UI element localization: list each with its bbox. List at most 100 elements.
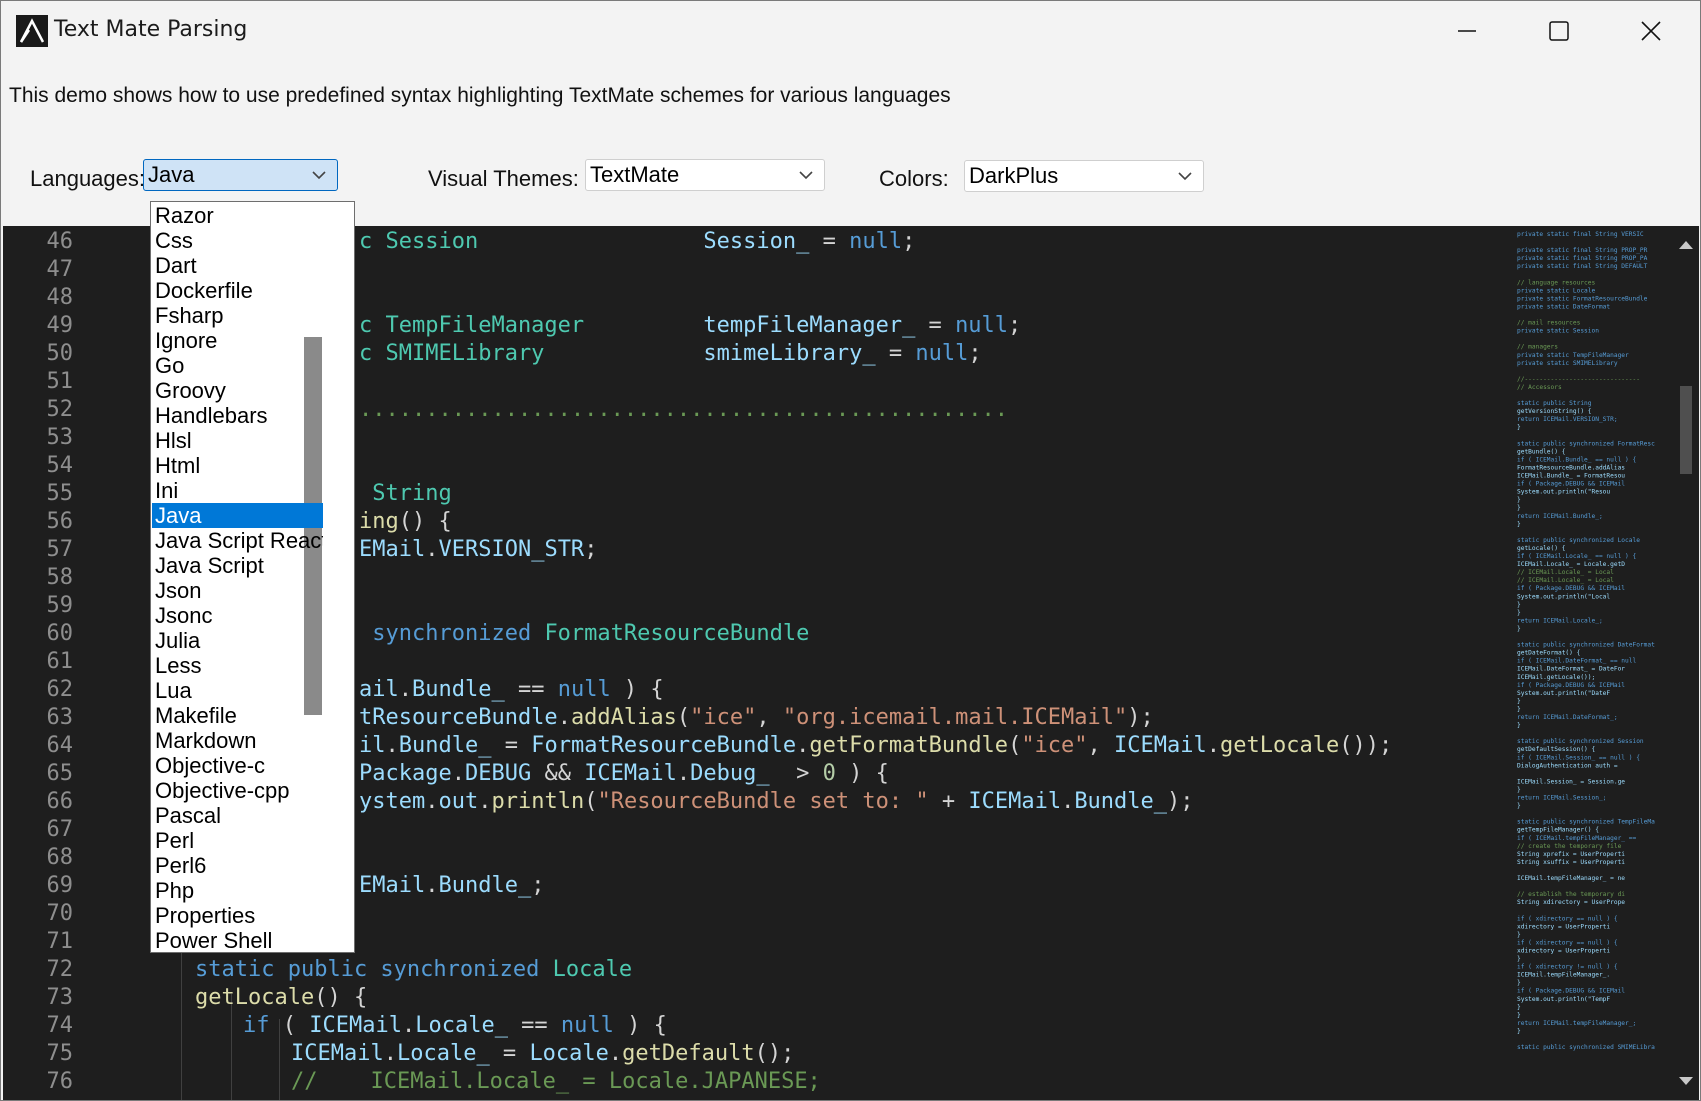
language-option[interactable]: Ignore: [152, 328, 323, 353]
code-token: .: [478, 789, 492, 814]
code-line: Package.DEBUG && ICEMail.Debug_ > 0 ) {: [359, 761, 889, 786]
language-option[interactable]: Css: [152, 228, 323, 253]
line-number: 58: [46, 565, 74, 590]
code-token: ICEMail: [291, 1041, 384, 1066]
scrollbar-thumb[interactable]: [1680, 386, 1692, 474]
visual-themes-label: Visual Themes:: [428, 166, 579, 191]
title-bar[interactable]: Text Mate Parsing: [1, 1, 1700, 61]
minimap-line: ICEMail.Locale_ = Locale.getD: [1517, 561, 1625, 568]
code-token: out: [438, 789, 479, 814]
code-token: =: [809, 229, 850, 254]
code-token: ;: [584, 537, 598, 562]
minimap-line: private static final String PROP_PA: [1517, 255, 1648, 262]
language-option[interactable]: Makefile: [152, 703, 323, 728]
line-number: 50: [46, 341, 74, 366]
minimap-line: }: [1517, 931, 1521, 938]
language-option[interactable]: Lua: [152, 678, 323, 703]
minimize-button[interactable]: [1421, 1, 1513, 61]
code-token: FormatResourceBundle: [544, 621, 810, 646]
code-token: &&: [531, 761, 585, 786]
languages-combobox[interactable]: Java: [143, 159, 338, 191]
scroll-down-arrow-icon[interactable]: [1679, 1076, 1693, 1086]
minimap-line: getTempFileManager() {: [1517, 827, 1599, 834]
minimap-line: getVersionString() {: [1517, 408, 1592, 415]
code-token: (: [584, 789, 598, 814]
line-number: 70: [46, 901, 74, 926]
dropdown-scrollbar-track[interactable]: [325, 202, 354, 952]
language-option[interactable]: Html: [152, 453, 323, 478]
minimap-line: private static FormatResourceBundle: [1517, 295, 1648, 302]
chevron-down-icon: [799, 171, 813, 180]
visual-themes-combobox[interactable]: TextMate: [585, 159, 825, 191]
language-option[interactable]: Java Script: [152, 553, 323, 578]
minimize-icon: [1458, 30, 1476, 32]
language-option[interactable]: Markdown: [152, 728, 323, 753]
minimap-line: String xprefix = UserProperti: [1517, 851, 1625, 858]
language-option[interactable]: Objective-c: [152, 753, 323, 778]
language-option[interactable]: Hlsl: [152, 428, 323, 453]
minimap-line: static public synchronized SMIMELibra: [1517, 1044, 1655, 1051]
minimap-line: return ICEMail.DateFormat_;: [1517, 714, 1618, 721]
maximize-button[interactable]: [1513, 1, 1605, 61]
minimap-line: static public synchronized TempFileMa: [1517, 819, 1655, 826]
language-option[interactable]: Php: [152, 878, 323, 903]
language-option[interactable]: Objective-cpp: [152, 778, 323, 803]
code-line: tResourceBundle.addAlias("ice", "org.ice…: [359, 705, 1154, 730]
minimap-line: }: [1517, 722, 1521, 729]
minimap-line: ICEMail.tempFileManager_ = ne: [1517, 875, 1625, 882]
code-token: DEBUG: [464, 761, 532, 786]
language-option[interactable]: Go: [152, 353, 323, 378]
language-option[interactable]: Perl6: [152, 853, 323, 878]
minimap-line: private static Locale: [1517, 287, 1596, 294]
languages-dropdown-list[interactable]: Razor Css Dart Dockerfile Fsharp Ignore Go Groo…: [150, 201, 355, 953]
close-button[interactable]: [1605, 1, 1697, 61]
language-option[interactable]: Power Shell: [152, 928, 323, 952]
code-token: ail: [359, 677, 399, 702]
minimap-line: }: [1517, 1012, 1521, 1019]
code-token: "org.icemail.mail.ICEMail": [782, 705, 1128, 730]
minimap-line: }: [1517, 601, 1521, 608]
code-token: ) {: [613, 1013, 667, 1038]
minimap-line: if ( Package.DEBUG && ICEMail: [1517, 682, 1625, 689]
language-option[interactable]: Fsharp: [152, 303, 323, 328]
editor-vertical-scrollbar[interactable]: [1673, 226, 1699, 1100]
code-token: =: [489, 1041, 530, 1066]
code-line: synchronized FormatResourceBundle: [359, 621, 809, 646]
language-option[interactable]: Java Script React: [152, 528, 323, 553]
language-option[interactable]: Pascal: [152, 803, 323, 828]
language-option[interactable]: Less: [152, 653, 323, 678]
code-token: smimeLibrary_: [703, 341, 876, 366]
code-token: (: [269, 1013, 310, 1038]
scroll-up-arrow-icon[interactable]: [1679, 240, 1693, 250]
language-option[interactable]: Razor: [152, 203, 323, 228]
code-line: if ( ICEMail.Locale_ == null ) {: [243, 1013, 667, 1038]
maximize-icon: [1549, 21, 1569, 41]
language-option[interactable]: Properties: [152, 903, 323, 928]
minimap-line: }: [1517, 625, 1521, 632]
colors-combobox[interactable]: DarkPlus: [964, 160, 1204, 192]
code-token: ;: [1008, 313, 1022, 338]
minimap-line: }: [1517, 980, 1521, 987]
code-token: ==: [507, 1013, 561, 1038]
language-option[interactable]: Handlebars: [152, 403, 323, 428]
minimap-line: System.out.println("DateF: [1517, 690, 1610, 697]
language-option[interactable]: Dart: [152, 253, 323, 278]
code-line: EMail.VERSION_STR;: [359, 537, 597, 562]
language-option[interactable]: Ini: [152, 478, 323, 503]
language-option[interactable]: Groovy: [152, 378, 323, 403]
minimap-line: return ICEMail.tempFileManager_;: [1517, 1020, 1636, 1027]
language-option[interactable]: Jsonc: [152, 603, 323, 628]
minimap[interactable]: private static final String VERSIC privat…: [1515, 226, 1673, 1100]
language-option[interactable]: Dockerfile: [152, 278, 323, 303]
language-option[interactable]: Perl: [152, 828, 323, 853]
window-title: Text Mate Parsing: [54, 17, 248, 42]
code-token: >: [769, 761, 823, 786]
minimap-line: return ICEMail.Session_;: [1517, 795, 1606, 802]
language-option[interactable]: Java: [152, 503, 323, 528]
code-token: ;: [968, 341, 982, 366]
language-option[interactable]: Julia: [152, 628, 323, 653]
language-option[interactable]: Json: [152, 578, 323, 603]
code-token: ==: [504, 677, 558, 702]
minimap-line: private static TempFileManager: [1517, 352, 1629, 359]
line-number: 65: [46, 761, 74, 786]
